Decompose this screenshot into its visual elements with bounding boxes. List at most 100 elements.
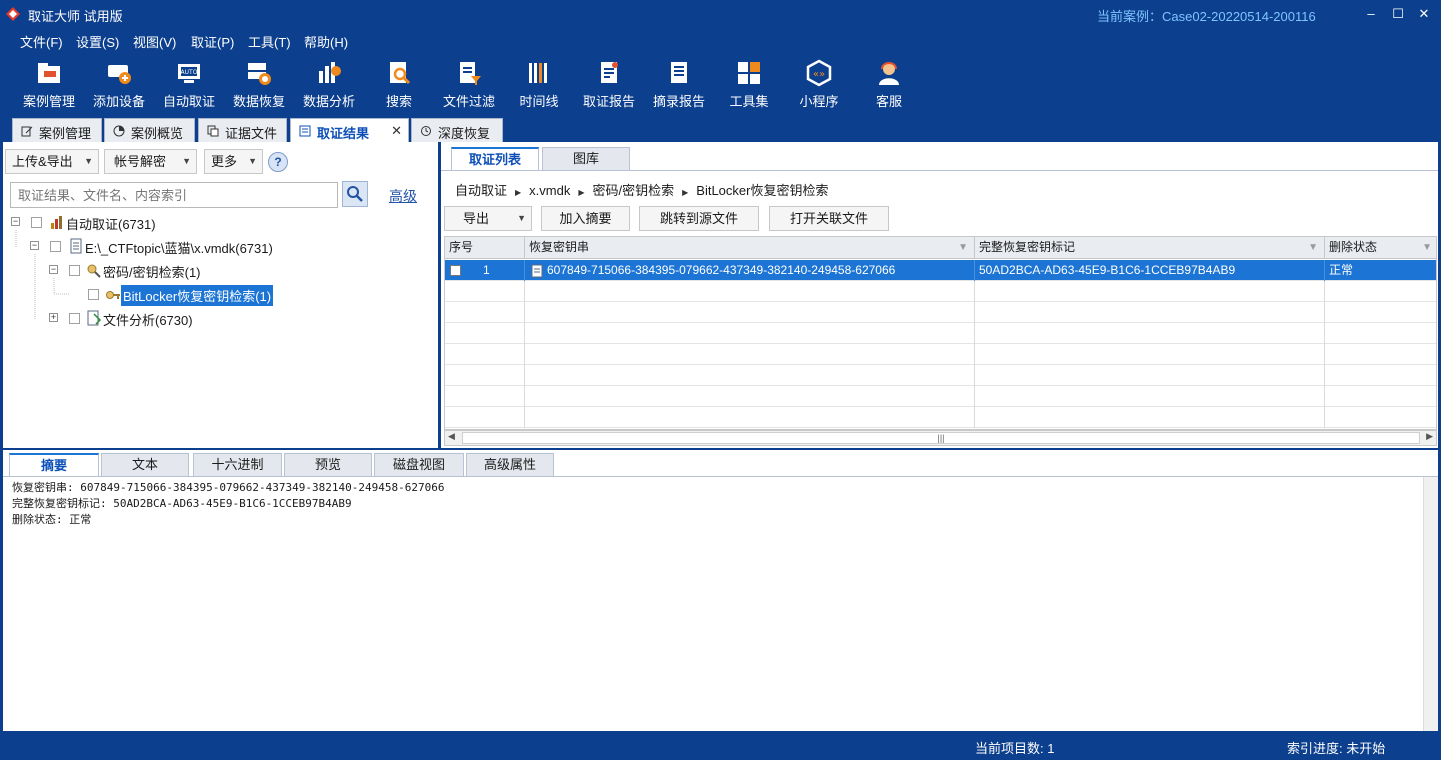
report-icon: [601, 62, 618, 83]
collapse-icon[interactable]: −: [30, 241, 39, 250]
breadcrumb-item[interactable]: 密码/密钥检索: [593, 183, 675, 198]
toolbar-customer-service[interactable]: 客服: [854, 54, 924, 116]
close-tab-icon[interactable]: ✕: [391, 123, 402, 139]
scroll-left-icon[interactable]: ◀: [448, 431, 455, 442]
excerpt-icon: [671, 62, 687, 83]
support-icon: [879, 62, 899, 85]
search-button[interactable]: [342, 181, 368, 207]
toolbar-auto-forensics[interactable]: AUTO 自动取证: [154, 54, 224, 116]
tab-forensic-list[interactable]: 取证列表: [451, 147, 539, 171]
account-decrypt-dropdown[interactable]: 帐号解密 ▼: [104, 149, 197, 174]
table-cell-marker: 50AD2BCA-AD63-45E9-B1C6-1CCEB97B4AB9: [975, 260, 1325, 281]
menu-settings[interactable]: 设置(S): [76, 32, 119, 51]
chevron-right-icon: ▶: [578, 188, 585, 197]
tab-hex[interactable]: 十六进制: [193, 453, 282, 477]
filter-icon[interactable]: ▼: [1308, 237, 1318, 258]
advanced-search-link[interactable]: 高级: [389, 186, 417, 206]
tab-evidence-files[interactable]: 证据文件: [198, 118, 287, 142]
filter-icon[interactable]: ▼: [958, 237, 968, 258]
bottom-tab-divider: [3, 476, 1438, 477]
menu-tools[interactable]: 工具(T): [248, 32, 291, 51]
toolbar-search[interactable]: 搜索: [364, 54, 434, 116]
menu-forensics[interactable]: 取证(P): [191, 32, 234, 51]
collapse-icon[interactable]: −: [11, 217, 20, 226]
toolbar-toolset[interactable]: 工具集: [714, 54, 784, 116]
toolbar-add-device[interactable]: 添加设备: [84, 54, 154, 116]
export-dropdown[interactable]: 导出 ▼: [444, 206, 532, 231]
search-input[interactable]: [10, 182, 338, 208]
toolbar-file-filter[interactable]: 文件过滤: [434, 54, 504, 116]
tab-summary[interactable]: 摘要: [9, 453, 99, 477]
detail-recovery-key: 恢复密钥串: 607849-715066-384395-079662-43734…: [12, 481, 445, 494]
column-header-status[interactable]: 删除状态 ▼: [1325, 237, 1436, 259]
close-window-button[interactable]: ✕: [1414, 4, 1434, 24]
breadcrumb-item[interactable]: BitLocker恢复密钥检索: [696, 183, 828, 198]
table-cell-key: 607849-715066-384395-079662-437349-38214…: [525, 260, 975, 281]
tree-checkbox[interactable]: [31, 217, 42, 228]
help-icon[interactable]: ?: [268, 152, 288, 172]
expand-icon[interactable]: +: [49, 313, 58, 322]
add-summary-button[interactable]: 加入摘要: [541, 206, 630, 231]
title-bar: 取证大师 试用版 当前案例：Case02-20220514-200116 – ☐…: [0, 0, 1441, 28]
tree-checkbox[interactable]: [88, 289, 99, 300]
tab-deep-recovery[interactable]: 深度恢复: [411, 118, 503, 142]
toolbar-case-management[interactable]: 案例管理: [14, 54, 84, 116]
toolbar-timeline[interactable]: 时间线: [504, 54, 574, 116]
file-icon: [531, 264, 543, 278]
tab-advanced-properties[interactable]: 高级属性: [466, 453, 554, 477]
index-progress-label: 索引进度: 未开始: [1287, 741, 1386, 756]
toolbar-data-analysis[interactable]: 数据分析: [294, 54, 364, 116]
toolbar-data-recovery[interactable]: 数据恢复: [224, 54, 294, 116]
timeline-icon: [529, 63, 547, 83]
tree-checkbox[interactable]: [69, 265, 80, 276]
table-row[interactable]: 1 607849-715066-384395-079662-437349-382…: [445, 260, 1436, 281]
menu-file[interactable]: 文件(F): [20, 32, 63, 51]
maximize-button[interactable]: ☐: [1388, 4, 1408, 24]
toolbar-mini-program[interactable]: «» 小程序: [784, 54, 854, 116]
upload-export-dropdown[interactable]: 上传&导出 ▼: [5, 149, 99, 174]
document-tab-strip: 案例管理 案例概览 证据文件 取证结果 ✕ 深度恢复: [0, 116, 1441, 143]
collapse-icon[interactable]: −: [49, 265, 58, 274]
table-row-empty: [445, 344, 1436, 365]
breadcrumb-item[interactable]: x.vmdk: [529, 183, 570, 198]
tab-case-management[interactable]: 案例管理: [12, 118, 102, 142]
menu-view[interactable]: 视图(V): [133, 32, 176, 51]
table-row-empty: [445, 302, 1436, 323]
toolbar-excerpt-report[interactable]: 摘录报告: [644, 54, 714, 116]
main-toolbar: 案例管理 添加设备 AUTO 自动取证 数据恢复 数据分析 搜索 文件过滤 时间…: [0, 54, 1441, 116]
table-row-empty: [445, 323, 1436, 344]
tab-case-overview[interactable]: 案例概览: [104, 118, 195, 142]
toolbar-forensic-report[interactable]: 取证报告: [574, 54, 644, 116]
tab-forensic-results[interactable]: 取证结果 ✕: [290, 118, 409, 143]
item-count-label: 当前项目数: 1: [975, 741, 1055, 756]
tab-disk-view[interactable]: 磁盘视图: [374, 453, 464, 477]
breadcrumb-item[interactable]: 自动取证: [455, 183, 507, 198]
folder-icon: [38, 63, 60, 83]
scroll-right-icon[interactable]: ▶: [1426, 431, 1433, 442]
chevron-right-icon: ▶: [682, 188, 689, 197]
tree-checkbox[interactable]: [50, 241, 61, 252]
scroll-thumb[interactable]: |||: [462, 432, 1420, 444]
tab-text[interactable]: 文本: [101, 453, 189, 477]
minimize-button[interactable]: –: [1361, 4, 1381, 24]
tree-checkbox[interactable]: [69, 313, 80, 324]
filter-icon[interactable]: ▼: [1422, 237, 1432, 258]
column-header-key[interactable]: 恢复密钥串 ▼: [525, 237, 975, 259]
tab-preview[interactable]: 预览: [284, 453, 372, 477]
column-header-marker[interactable]: 完整恢复密钥标记 ▼: [975, 237, 1325, 259]
chevron-down-icon: ▼: [248, 156, 257, 166]
results-list-panel: 取证列表 图库 自动取证 ▶ x.vmdk ▶ 密码/密钥检索 ▶ BitLocker恢复密…: [441, 142, 1438, 448]
horizontal-scrollbar[interactable]: ◀ ||| ▶: [444, 430, 1437, 446]
search-icon: [347, 186, 363, 202]
open-related-file-button[interactable]: 打开关联文件: [769, 206, 889, 231]
table-row-empty: [445, 407, 1436, 428]
column-header-index[interactable]: 序号: [445, 237, 525, 259]
jump-to-source-button[interactable]: 跳转到源文件: [639, 206, 759, 231]
tab-gallery[interactable]: 图库: [542, 147, 630, 171]
row-checkbox[interactable]: [450, 265, 461, 277]
app-title: 取证大师 试用版: [28, 9, 123, 24]
more-dropdown[interactable]: 更多 ▼: [204, 149, 263, 174]
vertical-scrollbar[interactable]: [1423, 477, 1438, 731]
menu-help[interactable]: 帮助(H): [304, 32, 348, 51]
detail-panel: 摘要 文本 十六进制 预览 磁盘视图 高级属性 恢复密钥串: 607849-71…: [3, 450, 1438, 731]
